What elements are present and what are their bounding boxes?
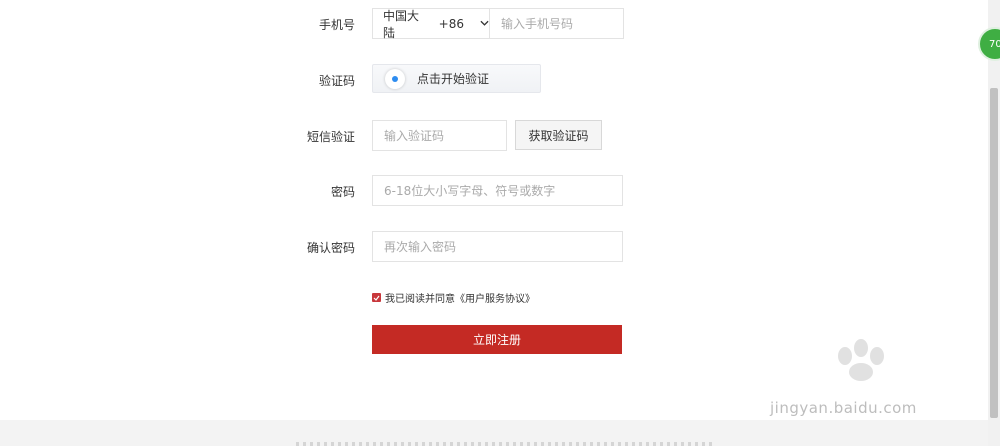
password-input[interactable]: 6-18位大小写字母、符号或数字 xyxy=(372,175,623,206)
baidu-jingyan-watermark xyxy=(838,339,884,381)
floating-badge[interactable]: 70 xyxy=(978,27,1000,61)
sms-label: 短信验证 xyxy=(306,130,355,144)
phone-label: 手机号 xyxy=(318,18,355,32)
confirm-password-input[interactable]: 再次输入密码 xyxy=(372,231,623,262)
captcha-label: 验证码 xyxy=(318,74,355,88)
scrollbar-thumb[interactable] xyxy=(990,88,998,418)
scrollbar[interactable] xyxy=(988,0,1000,446)
watermark-url: jingyan.baidu.com xyxy=(770,399,917,417)
agreement-checkbox[interactable] xyxy=(372,293,381,302)
check-icon xyxy=(373,295,380,301)
password-label: 密码 xyxy=(330,185,355,199)
captcha-dot-icon xyxy=(385,68,405,89)
country-code: +86 xyxy=(438,16,464,31)
confirm-password-placeholder: 再次输入密码 xyxy=(384,240,457,254)
captcha-text: 点击开始验证 xyxy=(417,72,490,86)
sms-code-placeholder: 输入验证码 xyxy=(384,129,445,143)
agreement-row: 我已阅读并同意 《用户服务协议》 xyxy=(372,290,535,305)
agreement-text: 我已阅读并同意 xyxy=(385,294,455,305)
password-placeholder: 6-18位大小写字母、符号或数字 xyxy=(384,184,556,198)
chevron-down-icon xyxy=(480,19,489,28)
country-name: 中国大陆 xyxy=(383,8,420,40)
get-sms-code-button[interactable]: 获取验证码 xyxy=(515,120,602,150)
user-agreement-link[interactable]: 《用户服务协议》 xyxy=(455,290,535,305)
footer-text-strip xyxy=(296,442,716,446)
phone-field: 中国大陆 +86 输入手机号码 xyxy=(372,8,624,40)
phone-input[interactable]: 输入手机号码 xyxy=(490,15,573,32)
captcha-button[interactable]: 点击开始验证 xyxy=(372,64,541,93)
register-button[interactable]: 立即注册 xyxy=(372,325,622,354)
sms-code-input[interactable]: 输入验证码 xyxy=(372,120,507,151)
confirm-password-label: 确认密码 xyxy=(306,241,355,255)
country-select[interactable]: 中国大陆 +86 xyxy=(373,8,490,40)
